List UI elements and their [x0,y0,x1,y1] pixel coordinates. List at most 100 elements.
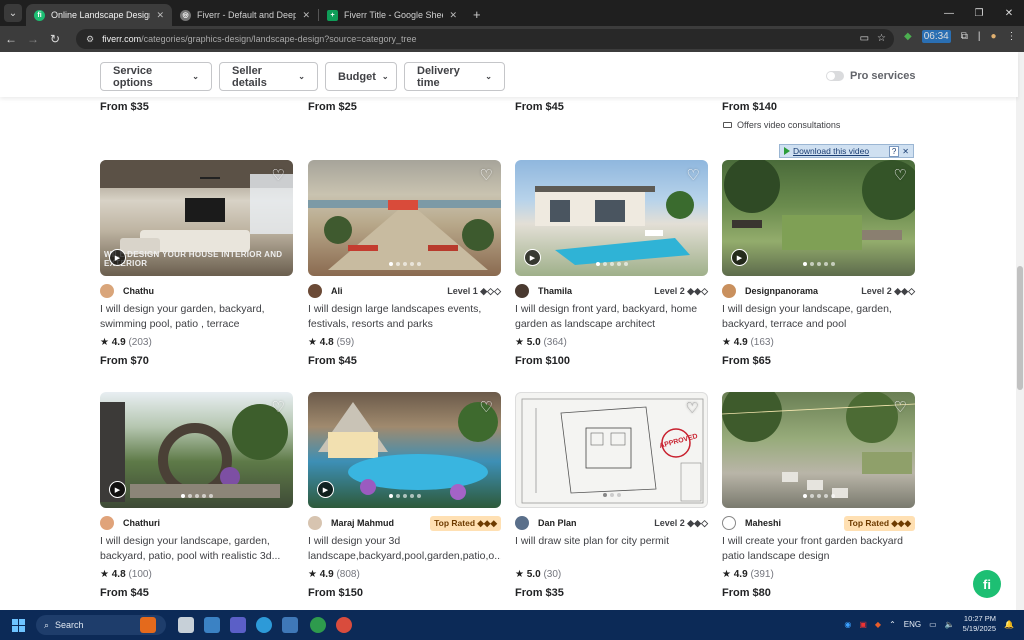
gig-title[interactable]: I will design your landscape, garden, ba… [100,534,293,564]
seller-avatar[interactable] [308,516,322,530]
play-video-icon[interactable]: ▶ [317,481,334,498]
seller-name[interactable]: Chathuri [123,518,293,528]
seller-name[interactable]: Thamila [538,286,654,296]
close-window-icon[interactable]: ✕ [994,8,1024,19]
seller-avatar[interactable] [722,284,736,298]
extension-colorful-icon[interactable]: ◆ [904,31,912,42]
budget-dropdown[interactable]: Budget ⌄ [325,62,397,91]
seller-name[interactable]: Maraj Mahmud [331,518,430,528]
windows-start-icon[interactable] [12,619,25,632]
tab-landscape-design[interactable]: fi Online Landscape Design Servic ✕ [26,4,172,26]
carousel-dots[interactable] [602,493,621,497]
language-indicator[interactable]: ENG [904,620,921,629]
seller-avatar[interactable] [515,284,529,298]
gig-title[interactable]: I will design your landscape, garden, ba… [722,302,915,332]
close-tab-icon[interactable]: ✕ [449,10,457,21]
network-icon[interactable]: ▭ [929,620,937,629]
url-bar[interactable]: ⚙ fiverr.com/categories/graphics-design/… [76,29,894,49]
gig-title[interactable]: I will create your front garden backyard… [722,534,915,564]
delivery-time-dropdown[interactable]: Delivery time ⌄ [404,62,505,91]
scrollbar-thumb[interactable] [1017,266,1023,390]
gig-title[interactable]: I will design your garden, backyard, swi… [100,302,293,332]
close-tab-icon[interactable]: ✕ [302,10,310,21]
tab-google-sheets[interactable]: + Fiverr Title - Google Sheets ✕ [319,4,465,26]
extensions-puzzle-icon[interactable]: ⧉ [961,31,968,42]
gig-thumbnail[interactable]: ♡ ▶ [100,392,293,508]
gig-card[interactable]: ♡ ▶ Thamila Level 2 ◆◆◇ I will design fr… [515,160,708,367]
pro-services-toggle[interactable]: Pro services [826,70,915,82]
gig-thumbnail[interactable]: WILL DESIGN YOUR HOUSE INTERIOR AND EXTE… [100,160,293,276]
favorite-heart-icon[interactable]: ♡ [272,166,285,184]
download-video-bar[interactable]: Download this video ? ✕ [779,144,914,158]
gig-title[interactable]: I will design your 3d landscape,backyard… [308,534,501,564]
profile-avatar-icon[interactable]: ● [990,31,996,42]
gig-thumbnail[interactable]: ♡ ▶ [722,160,915,276]
extension-timer-badge[interactable]: 06:34 [921,30,951,43]
tray-app-icon[interactable]: ▣ [859,620,867,629]
site-info-icon[interactable]: ⚙ [86,34,94,45]
seller-name[interactable]: Chathu [123,286,293,296]
favorite-heart-icon[interactable]: ♡ [686,399,699,417]
taskbar-chrome-profile-icon[interactable] [336,617,352,633]
tab-deep-links[interactable]: ◎ Fiverr - Default and Deep Links ✕ [172,4,318,26]
tray-app-icon[interactable]: ◆ [875,620,881,629]
clock[interactable]: 10:27 PM 5/19/2025 [963,614,996,634]
bookmark-star-icon[interactable]: ☆ [877,33,886,44]
carousel-dots[interactable] [180,494,213,498]
seller-name[interactable]: Designpanorama [745,286,861,296]
tab-search-menu-button[interactable]: ⌄ [4,4,22,22]
taskbar-app-icon[interactable] [204,617,220,633]
gig-title[interactable]: I will design large landscapes events, f… [308,302,501,332]
gig-thumbnail[interactable]: APPROVED ♡ [515,392,708,508]
favorite-heart-icon[interactable]: ♡ [894,398,907,416]
restore-icon[interactable]: ❐ [964,8,994,19]
seller-avatar[interactable] [515,516,529,530]
service-options-dropdown[interactable]: Service options ⌄ [100,62,212,91]
gig-card[interactable]: WILL DESIGN YOUR HOUSE INTERIOR AND EXTE… [100,160,293,367]
gig-thumbnail[interactable]: ♡ ▶ [515,160,708,276]
new-tab-button[interactable]: + [473,7,481,22]
gig-card[interactable]: ♡ Ali Level 1 ◆◇◇ I will design large la… [308,160,501,367]
forward-arrow-icon[interactable]: → [22,32,44,46]
carousel-dots[interactable] [802,262,835,266]
gig-title[interactable]: I will design front yard, backyard, home… [515,302,708,332]
page-scrollbar[interactable] [1016,52,1024,610]
play-video-icon[interactable]: ▶ [731,249,748,266]
taskbar-teams-icon[interactable] [230,617,246,633]
taskbar-store-icon[interactable] [282,617,298,633]
fiverr-help-button[interactable]: fi [973,570,1001,598]
carousel-dots[interactable] [802,494,835,498]
gig-card[interactable]: ♡ Maheshi Top Rated ◆◆◆ I will create yo… [722,392,915,599]
favorite-heart-icon[interactable]: ♡ [687,166,700,184]
tray-chevron-icon[interactable]: ⌃ [889,620,896,629]
notification-bell-icon[interactable]: 🔔 [1004,620,1014,629]
minimize-icon[interactable]: — [934,8,964,19]
back-arrow-icon[interactable]: ← [0,32,22,46]
carousel-dots[interactable] [595,262,628,266]
gig-thumbnail[interactable]: ♡ [722,392,915,508]
seller-avatar[interactable] [308,284,322,298]
seller-name[interactable]: Maheshi [745,518,844,528]
gig-card[interactable]: ♡ ▶ Chathuri I will design your landscap… [100,392,293,599]
browser-menu-icon[interactable]: ⋮ [1007,31,1017,42]
tray-app-icon[interactable]: ◉ [844,620,851,629]
seller-name[interactable]: Ali [331,286,447,296]
play-video-icon[interactable]: ▶ [109,249,126,266]
downloads-icon[interactable]: | [978,31,981,42]
gig-title[interactable]: I will draw site plan for city permit [515,534,708,564]
favorite-heart-icon[interactable]: ♡ [480,398,493,416]
close-tab-icon[interactable]: ✕ [156,10,164,21]
carousel-dots[interactable] [388,494,421,498]
taskbar-widget-icon[interactable] [140,617,156,633]
taskbar-chrome-icon[interactable] [310,617,326,633]
reload-icon[interactable]: ↻ [44,32,66,46]
favorite-heart-icon[interactable]: ♡ [894,166,907,184]
taskbar-task-view-icon[interactable] [178,617,194,633]
seller-name[interactable]: Dan Plan [538,518,654,528]
play-video-icon[interactable]: ▶ [109,481,126,498]
gig-card[interactable]: ♡ ▶ Designpanorama Level 2 ◆◆◇ I will de… [722,160,915,367]
gig-card[interactable]: ♡ ▶ Maraj Mahmud Top Rated ◆◆◆ I will de… [308,392,501,599]
taskbar-edge-icon[interactable] [256,617,272,633]
download-help-button[interactable]: ? [888,145,900,157]
gig-card[interactable]: APPROVED ♡ Dan Plan Level 2 ◆◆◇ I will d… [515,392,708,599]
